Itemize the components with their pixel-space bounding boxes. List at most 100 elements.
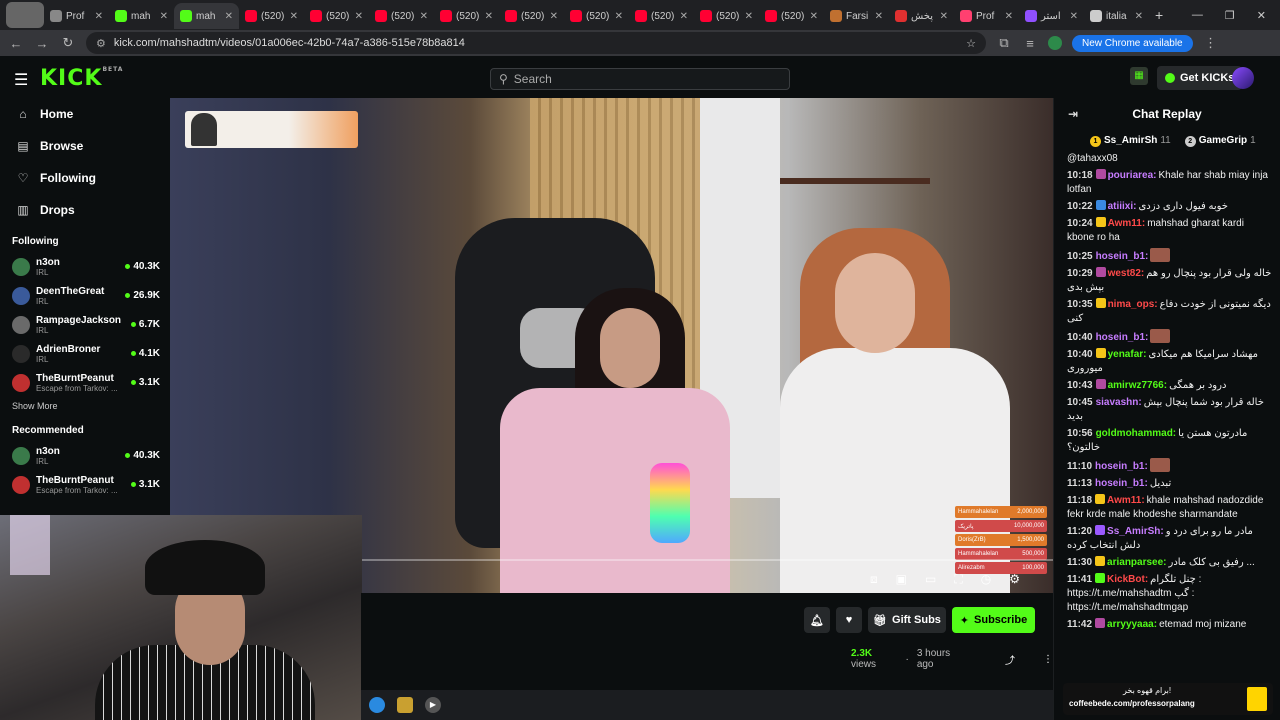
- browser-tab[interactable]: (520) ✕: [629, 3, 694, 29]
- tab-close-icon[interactable]: ✕: [550, 11, 558, 22]
- notification-bell-button[interactable]: 🔔︎: [804, 607, 830, 633]
- channel-item[interactable]: TheBurntPeanut Escape from Tarkov: ... 3.1…: [0, 368, 170, 397]
- browser-tab[interactable]: (520) ✕: [239, 3, 304, 29]
- browser-tab[interactable]: (520) ✕: [369, 3, 434, 29]
- speed-icon[interactable]: ◷: [981, 572, 991, 587]
- tab-close-icon[interactable]: ✕: [420, 11, 428, 22]
- tab-close-icon[interactable]: ✕: [485, 11, 493, 22]
- chat-username[interactable]: Ss_AmirSh:: [1107, 526, 1164, 537]
- collapse-chat-icon[interactable]: ⇥: [1068, 107, 1078, 121]
- chat-username[interactable]: hosein_b1:: [1096, 251, 1149, 262]
- tab-close-icon[interactable]: ✕: [95, 11, 103, 22]
- tab-close-icon[interactable]: ✕: [355, 11, 363, 22]
- tab-close-icon[interactable]: ✕: [745, 11, 753, 22]
- sidebar-item-following[interactable]: ♡ Following: [0, 162, 170, 194]
- chat-username[interactable]: arryyyaaa:: [1107, 619, 1157, 630]
- sidebar-item-browse[interactable]: ▤ Browse: [0, 130, 170, 162]
- chat-username[interactable]: nima_ops:: [1108, 299, 1158, 310]
- chat-username[interactable]: Awm11:: [1108, 218, 1146, 229]
- coffee-banner[interactable]: برام قهوه بخر! coffeebede.com/professorp…: [1063, 683, 1273, 715]
- tab-close-icon[interactable]: ✕: [615, 11, 623, 22]
- new-chrome-button[interactable]: New Chrome available: [1072, 34, 1193, 52]
- pip-icon[interactable]: ⧈: [870, 572, 878, 587]
- chat-username[interactable]: goldmohammad:: [1096, 428, 1177, 439]
- browser-tab[interactable]: mah ✕: [109, 3, 174, 29]
- channel-item[interactable]: TheBurntPeanut Escape from Tarkov: ... 3.1…: [0, 470, 170, 499]
- drops-icon[interactable]: ▦: [1130, 67, 1148, 85]
- channel-item[interactable]: n3on IRL 40.3K: [0, 441, 170, 470]
- clip-icon[interactable]: ▣: [896, 572, 907, 587]
- chat-username[interactable]: arianparsee:: [1107, 557, 1166, 568]
- tab-close-icon[interactable]: ✕: [1070, 11, 1078, 22]
- chat-username[interactable]: yenafar:: [1108, 349, 1147, 360]
- media-icon[interactable]: ≡: [1022, 36, 1038, 51]
- browser-tab[interactable]: (520) ✕: [564, 3, 629, 29]
- taskbar-app-icon[interactable]: [369, 697, 385, 713]
- browser-tab[interactable]: (520) ✕: [499, 3, 564, 29]
- profile-icon[interactable]: [1048, 36, 1062, 50]
- forward-icon[interactable]: →: [34, 36, 50, 51]
- browser-tab[interactable]: Prof ✕: [44, 3, 109, 29]
- browser-tab[interactable]: (520) ✕: [759, 3, 824, 29]
- theater-icon[interactable]: ▭: [925, 572, 936, 587]
- chat-username[interactable]: hosein_b1:: [1095, 478, 1148, 489]
- chat-username[interactable]: Awm11:: [1107, 495, 1145, 506]
- browser-tab[interactable]: استر ✕: [1019, 3, 1084, 29]
- tab-close-icon[interactable]: ✕: [225, 11, 233, 22]
- browser-tab[interactable]: (520) ✕: [304, 3, 369, 29]
- browser-tab[interactable]: Prof ✕: [954, 3, 1019, 29]
- sidebar-item-home[interactable]: ⌂ Home: [0, 98, 170, 130]
- settings-gear-icon[interactable]: ⚙: [1009, 572, 1020, 587]
- browser-tab[interactable]: italia ✕: [1084, 3, 1149, 29]
- chat-username[interactable]: amirwz7766:: [1108, 380, 1167, 391]
- hamburger-icon[interactable]: ☰: [14, 70, 28, 90]
- extensions-icon[interactable]: ⧉: [996, 35, 1012, 51]
- top-gifter[interactable]: 1 Ss_AmirSh 11: [1090, 135, 1171, 147]
- tab-close-icon[interactable]: ✕: [1005, 11, 1013, 22]
- tab-close-icon[interactable]: ✕: [160, 11, 168, 22]
- get-kicks-button[interactable]: Get KICKs: [1157, 66, 1243, 90]
- tab-close-icon[interactable]: ✕: [940, 11, 948, 22]
- menu-dots-icon[interactable]: ⋮: [1203, 35, 1219, 51]
- tab-close-icon[interactable]: ✕: [1135, 11, 1143, 22]
- maximize-icon[interactable]: ❐: [1225, 9, 1235, 22]
- more-options-icon[interactable]: ⋮: [1043, 654, 1053, 665]
- url-field[interactable]: ⚙ kick.com/mahshadtm/videos/01a006ec-42b…: [86, 32, 986, 54]
- tab-close-icon[interactable]: ✕: [680, 11, 688, 22]
- chat-username[interactable]: pouriarea:: [1108, 170, 1157, 181]
- fullscreen-icon[interactable]: ⛶: [954, 572, 962, 587]
- tab-close-icon[interactable]: ✕: [875, 11, 883, 22]
- chat-username[interactable]: hosein_b1:: [1096, 332, 1149, 343]
- follow-heart-button[interactable]: ♥: [836, 607, 862, 633]
- chat-username[interactable]: west82:: [1108, 268, 1145, 279]
- back-icon[interactable]: ←: [8, 36, 24, 51]
- top-gifter[interactable]: 2 GameGrip 1: [1184, 135, 1256, 147]
- new-tab-button[interactable]: +: [1155, 7, 1163, 23]
- gift-subs-button[interactable]: 🎁︎ Gift Subs: [868, 607, 946, 633]
- sidebar-item-drops[interactable]: ▥ Drops: [0, 194, 170, 226]
- show-more-button[interactable]: Show More: [0, 397, 170, 415]
- chat-username[interactable]: KickBot:: [1107, 574, 1148, 585]
- channel-item[interactable]: DeenTheGreat IRL 26.9K: [0, 281, 170, 310]
- taskbar-media-icon[interactable]: ▶: [425, 697, 441, 713]
- chat-username[interactable]: hosein_b1:: [1095, 461, 1148, 472]
- browser-tab[interactable]: پخش ✕: [889, 3, 954, 29]
- bookmark-star-icon[interactable]: ☆: [966, 37, 976, 50]
- kick-logo[interactable]: KICKBETA: [40, 66, 123, 91]
- taskbar-app-icon[interactable]: [397, 697, 413, 713]
- close-window-icon[interactable]: ✕: [1257, 9, 1266, 22]
- chat-username[interactable]: atiiixi:: [1108, 201, 1137, 212]
- browser-tab[interactable]: (520) ✕: [434, 3, 499, 29]
- tab-close-icon[interactable]: ✕: [290, 11, 298, 22]
- chat-username[interactable]: siavashn:: [1096, 397, 1142, 408]
- channel-item[interactable]: RampageJackson IRL 6.7K: [0, 310, 170, 339]
- site-info-icon[interactable]: ⚙: [96, 37, 106, 50]
- video-progress-bar[interactable]: [360, 559, 1053, 561]
- browser-tab[interactable]: Farsi ✕: [824, 3, 889, 29]
- share-icon[interactable]: ⤴: [1005, 652, 1015, 667]
- subscribe-button[interactable]: ✦ Subscribe: [952, 607, 1035, 633]
- browser-tab[interactable]: (520) ✕: [694, 3, 759, 29]
- channel-item[interactable]: AdrienBroner IRL 4.1K: [0, 339, 170, 368]
- browser-avatar[interactable]: [6, 2, 44, 28]
- channel-item[interactable]: n3on IRL 40.3K: [0, 252, 170, 281]
